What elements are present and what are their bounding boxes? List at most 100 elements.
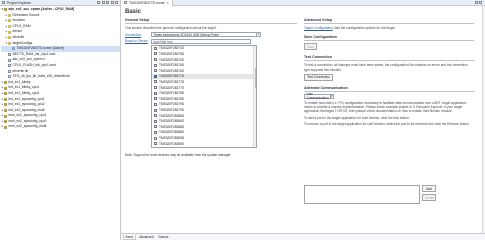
- form-tabs: Basic Advanced Source: [121, 233, 485, 240]
- device-checkbox[interactable]: [154, 52, 157, 56]
- device-label: TMS320F28377D: [159, 74, 185, 79]
- maximize-editor-icon[interactable]: [479, 1, 482, 4]
- device-filter-input[interactable]: type filter text: [151, 38, 251, 44]
- file-icon: [8, 58, 11, 62]
- save-button[interactable]: Save: [304, 43, 318, 51]
- device-checkbox[interactable]: [154, 80, 157, 84]
- device-label: TMS320F28377D: [159, 79, 185, 84]
- device-checkbox[interactable]: [154, 136, 157, 140]
- proj-icon: [4, 8, 7, 12]
- device-checkbox[interactable]: [154, 142, 157, 146]
- link-editor-icon[interactable]: [101, 1, 105, 4]
- proj-icon: [4, 86, 7, 90]
- xml-icon: [12, 47, 15, 51]
- device-label: TMS320F28388D: [159, 124, 185, 129]
- device-checkbox[interactable]: [154, 130, 157, 134]
- page-title: Basic: [125, 9, 142, 15]
- close-icon[interactable]: ✕: [166, 1, 169, 5]
- folder-icon: [8, 36, 11, 40]
- port-list[interactable]: [304, 185, 420, 204]
- test-connection-text: To test a connection, all changes must h…: [304, 63, 468, 72]
- device-label: TMS320F28379D: [159, 102, 185, 107]
- tree-item[interactable]: ▸ mmi_ex2_syscontig_multi: [1, 124, 120, 130]
- device-label: TMS320F28389S: [159, 141, 184, 146]
- device-label: TMS320F28376D: [159, 63, 185, 68]
- test-connection-section: Test Connection To test a connection, al…: [304, 55, 474, 81]
- communication-type-value: Uart Communication: [306, 92, 329, 101]
- test-connection-heading: Test Connection: [304, 55, 474, 62]
- form-tab-basic[interactable]: Basic: [123, 234, 136, 240]
- device-checkbox[interactable]: [154, 108, 157, 112]
- device-checkbox[interactable]: [154, 97, 157, 101]
- device-label: TMS320F28378D: [159, 91, 185, 96]
- target-configuration-link[interactable]: Target Configuration: [304, 26, 333, 30]
- device-checkbox[interactable]: [154, 86, 157, 90]
- device-checkbox[interactable]: [154, 74, 157, 78]
- advanced-setup-section: Advanced Setup Target Configuration: lis…: [304, 18, 474, 30]
- general-setup-heading: General Setup: [125, 18, 297, 24]
- device-checkbox[interactable]: [154, 102, 157, 106]
- form-tab-source[interactable]: Source: [157, 235, 170, 239]
- device-checkbox[interactable]: [154, 91, 157, 95]
- device-checkbox[interactable]: [154, 114, 157, 118]
- alt-comm-text-1: To enable host side (i.e. PC) configurat…: [304, 100, 467, 114]
- project-explorer: Project Explorer ▾ adc_ex2_soc_epwm [Acti…: [0, 0, 121, 240]
- view-menu-icon[interactable]: [106, 1, 109, 4]
- folder-icon: [8, 30, 11, 34]
- device-label: TMS320F28389D: [159, 136, 185, 141]
- minimize-editor-icon[interactable]: [474, 1, 478, 4]
- form-tab-advanced[interactable]: Advanced: [138, 235, 155, 239]
- alt-comm-text-2: To add a port in the target application …: [304, 115, 410, 120]
- chevron-down-icon[interactable]: ▼: [256, 32, 260, 37]
- device-label: TMS320F28374S: [159, 46, 184, 51]
- connection-dropdown[interactable]: Texas Instruments XDS110 USB Debug Probe…: [151, 32, 261, 37]
- delete-button[interactable]: Delete: [422, 194, 436, 202]
- add-button[interactable]: Add: [422, 185, 436, 193]
- editor-tab-ccxml[interactable]: TMS320F28377D.ccxml ✕: [121, 0, 173, 6]
- editor-area: TMS320F28377D.ccxml ✕ Basic General Setu…: [121, 0, 485, 240]
- proj-icon: [4, 114, 7, 118]
- device-label: TMS320F28375S: [159, 57, 184, 62]
- device-label: TMS320F28386D: [159, 113, 185, 118]
- file-icon: [8, 64, 11, 68]
- right-column: Advanced Setup Target Configuration: lis…: [304, 18, 474, 204]
- tree-item-label: mmi_ex2_syscontig_multi: [8, 124, 47, 129]
- advanced-setup-heading: Advanced Setup: [304, 18, 474, 24]
- device-list[interactable]: TMS320F28374S TMS320F28375D TMS320F28375S T…: [151, 44, 257, 148]
- device-label: TMS320F28375D: [159, 51, 185, 56]
- project-tree: ▾ adc_ex2_soc_epwm [Active - CPU1_RAM] ▸ Ge…: [0, 6, 120, 130]
- communication-type-dropdown[interactable]: Uart Communication ▼: [304, 92, 334, 101]
- chevron-down-icon[interactable]: ▼: [329, 94, 333, 99]
- device-checkbox[interactable]: [154, 46, 157, 50]
- proj-icon: [4, 92, 7, 96]
- file-icon: [8, 75, 11, 79]
- connection-label[interactable]: Connection: [125, 33, 151, 37]
- proj-icon: [4, 120, 7, 124]
- alternate-communication-heading: Alternate Communication: [304, 86, 474, 92]
- device-checkbox[interactable]: [154, 69, 157, 73]
- update-manager-note: Note: Support for more devices may be av…: [125, 153, 232, 157]
- board-or-device-label[interactable]: Board or Device: [125, 39, 148, 43]
- advanced-setup-text: Target Configuration: lists the configur…: [304, 26, 474, 30]
- device-checkbox[interactable]: [154, 119, 157, 123]
- maximize-icon[interactable]: [115, 1, 118, 4]
- device-checkbox[interactable]: [154, 58, 157, 62]
- proj-icon: [4, 125, 7, 129]
- device-list-scrollbar[interactable]: [253, 45, 256, 147]
- folder-icon: [8, 19, 11, 23]
- device-label: TMS320F28377S: [159, 85, 184, 90]
- device-label: TMS320F28378S: [159, 96, 184, 101]
- device-checkbox[interactable]: [154, 125, 157, 129]
- device-label: TMS320F28388S: [159, 130, 184, 135]
- test-connection-button[interactable]: Test Connection: [304, 73, 333, 81]
- device-row[interactable]: TMS320F28389S: [152, 141, 256, 147]
- proj-icon: [4, 108, 7, 112]
- scrollbar-thumb[interactable]: [254, 67, 256, 88]
- device-checkbox[interactable]: [154, 63, 157, 67]
- minimize-icon[interactable]: [110, 1, 114, 4]
- folder-icon: [8, 13, 11, 17]
- advanced-setup-desc: : lists the configuration options for th…: [332, 26, 396, 30]
- project-explorer-icon: [2, 1, 5, 4]
- general-setup-description: This section describes the general confi…: [125, 25, 217, 30]
- collapse-all-icon[interactable]: [97, 1, 100, 4]
